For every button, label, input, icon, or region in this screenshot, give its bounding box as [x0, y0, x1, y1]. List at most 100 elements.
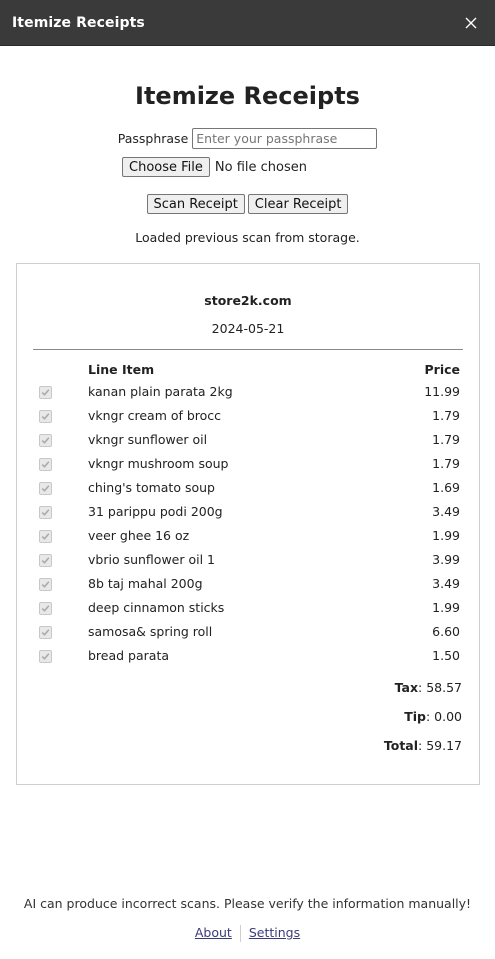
tax-label: Tax: [394, 680, 419, 695]
tax-value: : 58.57: [418, 680, 462, 695]
passphrase-input[interactable]: [192, 128, 378, 149]
item-price: 3.49: [432, 575, 460, 591]
checkbox-cell: [17, 379, 88, 403]
item-checkbox[interactable]: [39, 601, 52, 615]
item-name: ching's tomato soup: [88, 479, 215, 495]
checkbox-cell: [17, 523, 88, 547]
choose-file-button[interactable]: Choose File: [122, 157, 210, 177]
checkmark-icon: [41, 436, 50, 444]
table-row: kanan plain parata 2kg 11.99: [17, 379, 479, 403]
checkbox-cell: [17, 571, 88, 595]
item-price: 1.99: [432, 527, 460, 543]
store-name: store2k.com: [204, 293, 292, 308]
checkmark-icon: [41, 556, 50, 564]
receipt-date: 2024-05-21: [211, 321, 285, 336]
checkmark-icon: [41, 388, 50, 396]
item-name: 31 parippu podi 200g: [88, 503, 223, 519]
status-message: Loaded previous scan from storage.: [135, 230, 360, 245]
item-name: vkngr cream of brocc: [88, 407, 222, 423]
receipt-card: store2k.com 2024-05-21 Line Item Price k…: [16, 263, 480, 785]
table-row: vkngr mushroom soup 1.79: [17, 451, 479, 475]
line-items-table: Line Item Price kanan plain parata 2kg 11…: [17, 359, 479, 667]
table-row: 8b taj mahal 200g 3.49: [17, 571, 479, 595]
item-checkbox[interactable]: [39, 577, 52, 591]
checkmark-icon: [41, 412, 50, 420]
checkbox-cell: [17, 643, 88, 667]
item-price: 1.79: [432, 407, 460, 423]
checkbox-column-header: [17, 359, 88, 379]
item-checkbox[interactable]: [39, 457, 52, 471]
item-name: samosa& spring roll: [88, 623, 213, 639]
disclaimer: AI can produce incorrect scans. Please v…: [23, 896, 472, 911]
checkmark-icon: [41, 532, 50, 540]
item-name: veer ghee 16 oz: [88, 527, 190, 543]
item-checkbox[interactable]: [39, 409, 52, 423]
item-price: 1.79: [432, 431, 460, 447]
item-price: 1.69: [432, 479, 460, 495]
table-row: bread parata 1.50: [17, 643, 479, 667]
about-link[interactable]: About: [195, 925, 232, 942]
item-name: vkngr mushroom soup: [88, 455, 229, 471]
item-checkbox[interactable]: [39, 385, 52, 399]
item-checkbox[interactable]: [39, 505, 52, 519]
checkbox-cell: [17, 427, 88, 451]
scan-receipt-button[interactable]: Scan Receipt: [146, 194, 245, 214]
item-price: 1.99: [432, 599, 460, 615]
window-title: Itemize Receipts: [12, 14, 145, 31]
title-bar: Itemize Receipts: [0, 0, 495, 46]
table-row: ching's tomato soup 1.69: [17, 475, 479, 499]
table-row: vbrio sunflower oil 1 3.99: [17, 547, 479, 571]
item-price: 1.50: [432, 647, 460, 663]
item-checkbox[interactable]: [39, 481, 52, 495]
item-price: 1.79: [432, 455, 460, 471]
item-checkbox[interactable]: [39, 529, 52, 543]
close-button[interactable]: [459, 11, 483, 35]
item-checkbox[interactable]: [39, 433, 52, 447]
item-price: 11.99: [424, 383, 460, 399]
passphrase-label: Passphrase: [117, 131, 189, 146]
table-row: samosa& spring roll 6.60: [17, 619, 479, 643]
close-icon: [465, 17, 477, 28]
checkmark-icon: [41, 460, 50, 468]
line-item-column-header: Line Item: [88, 361, 155, 377]
file-status: No file chosen: [214, 159, 307, 175]
file-row: Choose File No file chosen: [0, 157, 495, 177]
page-title: Itemize Receipts: [135, 82, 360, 110]
checkmark-icon: [41, 604, 50, 612]
item-checkbox[interactable]: [39, 553, 52, 567]
clear-receipt-button[interactable]: Clear Receipt: [247, 194, 349, 214]
passphrase-row: Passphrase: [0, 128, 495, 149]
checkbox-cell: [17, 499, 88, 523]
checkbox-cell: [17, 451, 88, 475]
checkmark-icon: [41, 580, 50, 588]
item-name: vbrio sunflower oil 1: [88, 551, 215, 567]
checkbox-cell: [17, 475, 88, 499]
divider: [33, 349, 463, 350]
item-checkbox[interactable]: [39, 625, 52, 639]
settings-link[interactable]: Settings: [249, 925, 300, 942]
item-name: kanan plain parata 2kg: [88, 383, 233, 399]
item-name: deep cinnamon sticks: [88, 599, 225, 615]
footer-links: About Settings: [0, 925, 495, 942]
price-column-header: Price: [424, 361, 461, 377]
checkbox-cell: [17, 619, 88, 643]
table-row: veer ghee 16 oz 1.99: [17, 523, 479, 547]
item-name: bread parata: [88, 647, 170, 663]
item-price: 6.60: [432, 623, 460, 639]
checkmark-icon: [41, 652, 50, 660]
tax-line: Tax: 58.57: [17, 680, 462, 709]
table-row: deep cinnamon sticks 1.99: [17, 595, 479, 619]
table-header-row: Line Item Price: [17, 359, 479, 379]
total-line: Total: 59.17: [17, 738, 462, 767]
table-row: vkngr cream of brocc 1.79: [17, 403, 479, 427]
checkbox-cell: [17, 547, 88, 571]
table-row: vkngr sunflower oil 1.79: [17, 427, 479, 451]
item-name: vkngr sunflower oil: [88, 431, 208, 447]
total-label: Total: [383, 738, 419, 753]
action-row: Scan Receipt Clear Receipt: [0, 194, 495, 214]
item-price: 3.99: [432, 551, 460, 567]
item-price: 3.49: [432, 503, 460, 519]
item-name: 8b taj mahal 200g: [88, 575, 203, 591]
checkmark-icon: [41, 484, 50, 492]
item-checkbox[interactable]: [39, 649, 52, 663]
